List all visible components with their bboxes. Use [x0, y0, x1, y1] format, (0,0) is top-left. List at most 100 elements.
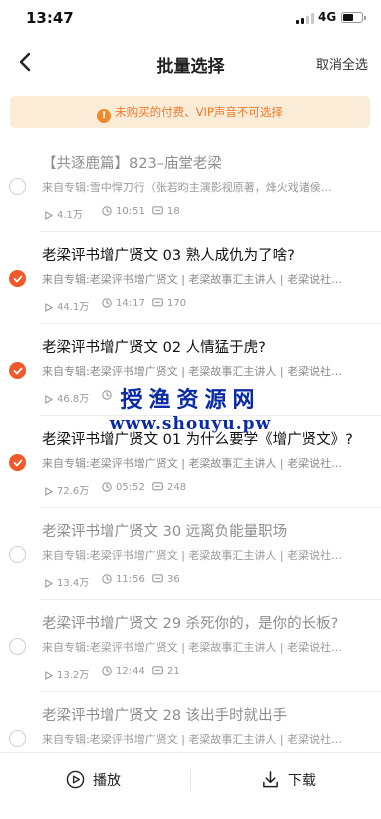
track-album: 来自专辑:雪中悍刀行（张若昀主演影视原著，烽火戏诸侯…	[42, 181, 332, 194]
deselect-all-button[interactable]: 取消全选	[316, 54, 368, 73]
comment-count: 36	[152, 574, 180, 585]
comment-count-value: 21	[167, 666, 180, 677]
play-count: 4.1万	[44, 206, 83, 221]
track-album: 来自专辑:老梁评书增广贤文 | 老梁故事汇主讲人 | 老梁说社…	[42, 273, 343, 286]
duration: 11:56	[102, 574, 145, 585]
checkbox[interactable]	[9, 730, 26, 747]
play-button[interactable]: 播放	[0, 753, 190, 807]
track-title: 老梁评书增广贤文 03 熟人成仇为了啥?	[42, 248, 295, 264]
bottom-action-bar: 播放 下载	[0, 752, 381, 819]
play-count: 13.4万	[44, 574, 89, 589]
list-item[interactable]: 老梁评书增广贤文 03 熟人成仇为了啥? 来自专辑:老梁评书增广贤文 | 老梁故事…	[0, 232, 381, 324]
track-album: 来自专辑:老梁评书增广贤文 | 老梁故事汇主讲人 | 老梁说社…	[42, 457, 343, 470]
download-label: 下载	[288, 773, 316, 789]
clock-icon	[102, 390, 112, 400]
duration: 05:52	[102, 482, 145, 493]
play-count: 72.6万	[44, 482, 89, 497]
download-icon	[263, 771, 278, 788]
checkbox[interactable]	[9, 178, 26, 195]
play-count-value: 4.1万	[57, 210, 83, 221]
list-item[interactable]: 老梁评书增广贤文 02 人情猛于虎? 来自专辑:老梁评书增广贤文 | 老梁故事汇主…	[0, 324, 381, 416]
comment-icon	[152, 666, 163, 675]
battery-icon	[341, 12, 366, 23]
clock-icon	[102, 666, 112, 676]
track-album: 来自专辑:老梁评书增广贤文 | 老梁故事汇主讲人 | 老梁说社…	[42, 365, 343, 378]
comment-icon	[152, 390, 163, 399]
play-count-value: 13.4万	[57, 578, 90, 589]
list-item[interactable]: 老梁评书增广贤文 30 远离负能量职场来自专辑:老梁评书增广贤文 | 老梁故事汇…	[0, 508, 381, 600]
comment-count: 18	[152, 206, 180, 217]
track-title: 老梁评书增广贤文 02 人情猛于虎?	[42, 340, 266, 356]
clock-icon	[102, 298, 112, 308]
comment-icon	[152, 298, 163, 307]
nav-bar: 批量选择 取消全选	[0, 40, 381, 86]
play-circle-icon	[66, 770, 85, 789]
track-title: 老梁评书增广贤文 30 远离负能量职场	[42, 524, 288, 540]
play-count: 13.2万	[44, 666, 89, 681]
comment-count-value: 36	[167, 574, 180, 585]
duration-value: 05:52	[116, 482, 145, 493]
notice-banner: ! 未购买的付费、VIP声音不可选择	[10, 96, 370, 128]
comment-count: 21	[152, 666, 180, 677]
track-title: 老梁评书增广贤文 28 该出手时就出手	[42, 708, 288, 724]
play-count: 46.8万	[44, 390, 89, 405]
checkbox[interactable]	[9, 546, 26, 563]
checkbox-checked[interactable]	[9, 270, 26, 287]
track-title: 老梁评书增广贤文 29 杀死你的，是你的长板?	[42, 616, 339, 632]
list-item[interactable]: 【共逐鹿篇】823–庙堂老梁来自专辑:雪中悍刀行（张若昀主演影视原著，烽火戏诸侯…	[0, 140, 381, 232]
exclamation-icon: !	[97, 109, 112, 123]
play-count-icon	[45, 487, 53, 496]
play-count-value: 44.1万	[57, 302, 90, 313]
duration: 12:44	[102, 666, 145, 677]
comment-count: 170	[152, 298, 186, 309]
comment-count-value: 248	[167, 482, 187, 493]
play-count-icon	[45, 579, 53, 588]
track-title: 【共逐鹿篇】823–庙堂老梁	[42, 156, 222, 172]
play-count-icon	[45, 303, 53, 312]
duration-value: 14:17	[116, 298, 145, 309]
comment-count-value: 18	[167, 206, 180, 217]
duration: 10:51	[102, 206, 145, 217]
play-count-value: 46.8万	[57, 394, 90, 405]
clock-icon	[102, 482, 112, 492]
comment-icon	[152, 482, 163, 491]
duration-value: 10:51	[116, 206, 145, 217]
comment-icon	[152, 574, 163, 583]
duration	[102, 390, 116, 401]
track-title: 老梁评书增广贤文 01 为什么要学《增广贤文》?	[42, 432, 353, 448]
play-count-icon	[45, 671, 53, 680]
download-button[interactable]: 下载	[191, 753, 381, 807]
signal-icon	[296, 13, 314, 24]
checkbox-checked[interactable]	[9, 454, 26, 471]
track-list: 【共逐鹿篇】823–庙堂老梁来自专辑:雪中悍刀行（张若昀主演影视原著，烽火戏诸侯…	[0, 140, 381, 752]
network-type: 4G	[318, 10, 337, 24]
play-count-value: 72.6万	[57, 486, 90, 497]
play-count: 44.1万	[44, 298, 89, 313]
track-album: 来自专辑:老梁评书增广贤文 | 老梁故事汇主讲人 | 老梁说社…	[42, 549, 343, 562]
clock-icon	[102, 206, 112, 216]
list-item[interactable]: 老梁评书增广贤文 29 杀死你的，是你的长板? 来自专辑:老梁评书增广贤文 | 老…	[0, 600, 381, 692]
play-count-icon	[45, 395, 53, 404]
play-label: 播放	[93, 773, 121, 789]
track-album: 来自专辑:老梁评书增广贤文 | 老梁故事汇主讲人 | 老梁说社…	[42, 733, 343, 746]
notice-text: 未购买的付费、VIP声音不可选择	[115, 105, 283, 119]
status-time: 13:47	[26, 9, 74, 27]
play-count-icon	[45, 211, 53, 220]
comment-count: 248	[152, 482, 186, 493]
back-button[interactable]	[14, 50, 38, 74]
duration-value: 11:56	[116, 574, 145, 585]
checkbox[interactable]	[9, 638, 26, 655]
comment-count	[152, 390, 167, 401]
duration-value: 12:44	[116, 666, 145, 677]
chevron-left-icon	[19, 52, 31, 72]
clock-icon	[102, 574, 112, 584]
checkbox-checked[interactable]	[9, 362, 26, 379]
comment-count-value: 170	[167, 298, 187, 309]
comment-icon	[152, 206, 163, 215]
play-count-value: 13.2万	[57, 670, 90, 681]
status-bar: 13:47 4G	[0, 0, 381, 40]
track-album: 来自专辑:老梁评书增广贤文 | 老梁故事汇主讲人 | 老梁说社…	[42, 641, 343, 654]
list-item[interactable]: 老梁评书增广贤文 01 为什么要学《增广贤文》? 来自专辑:老梁评书增广贤文 | …	[0, 416, 381, 508]
duration: 14:17	[102, 298, 145, 309]
list-item[interactable]: 老梁评书增广贤文 28 该出手时就出手来自专辑:老梁评书增广贤文 | 老梁故事汇…	[0, 692, 381, 752]
